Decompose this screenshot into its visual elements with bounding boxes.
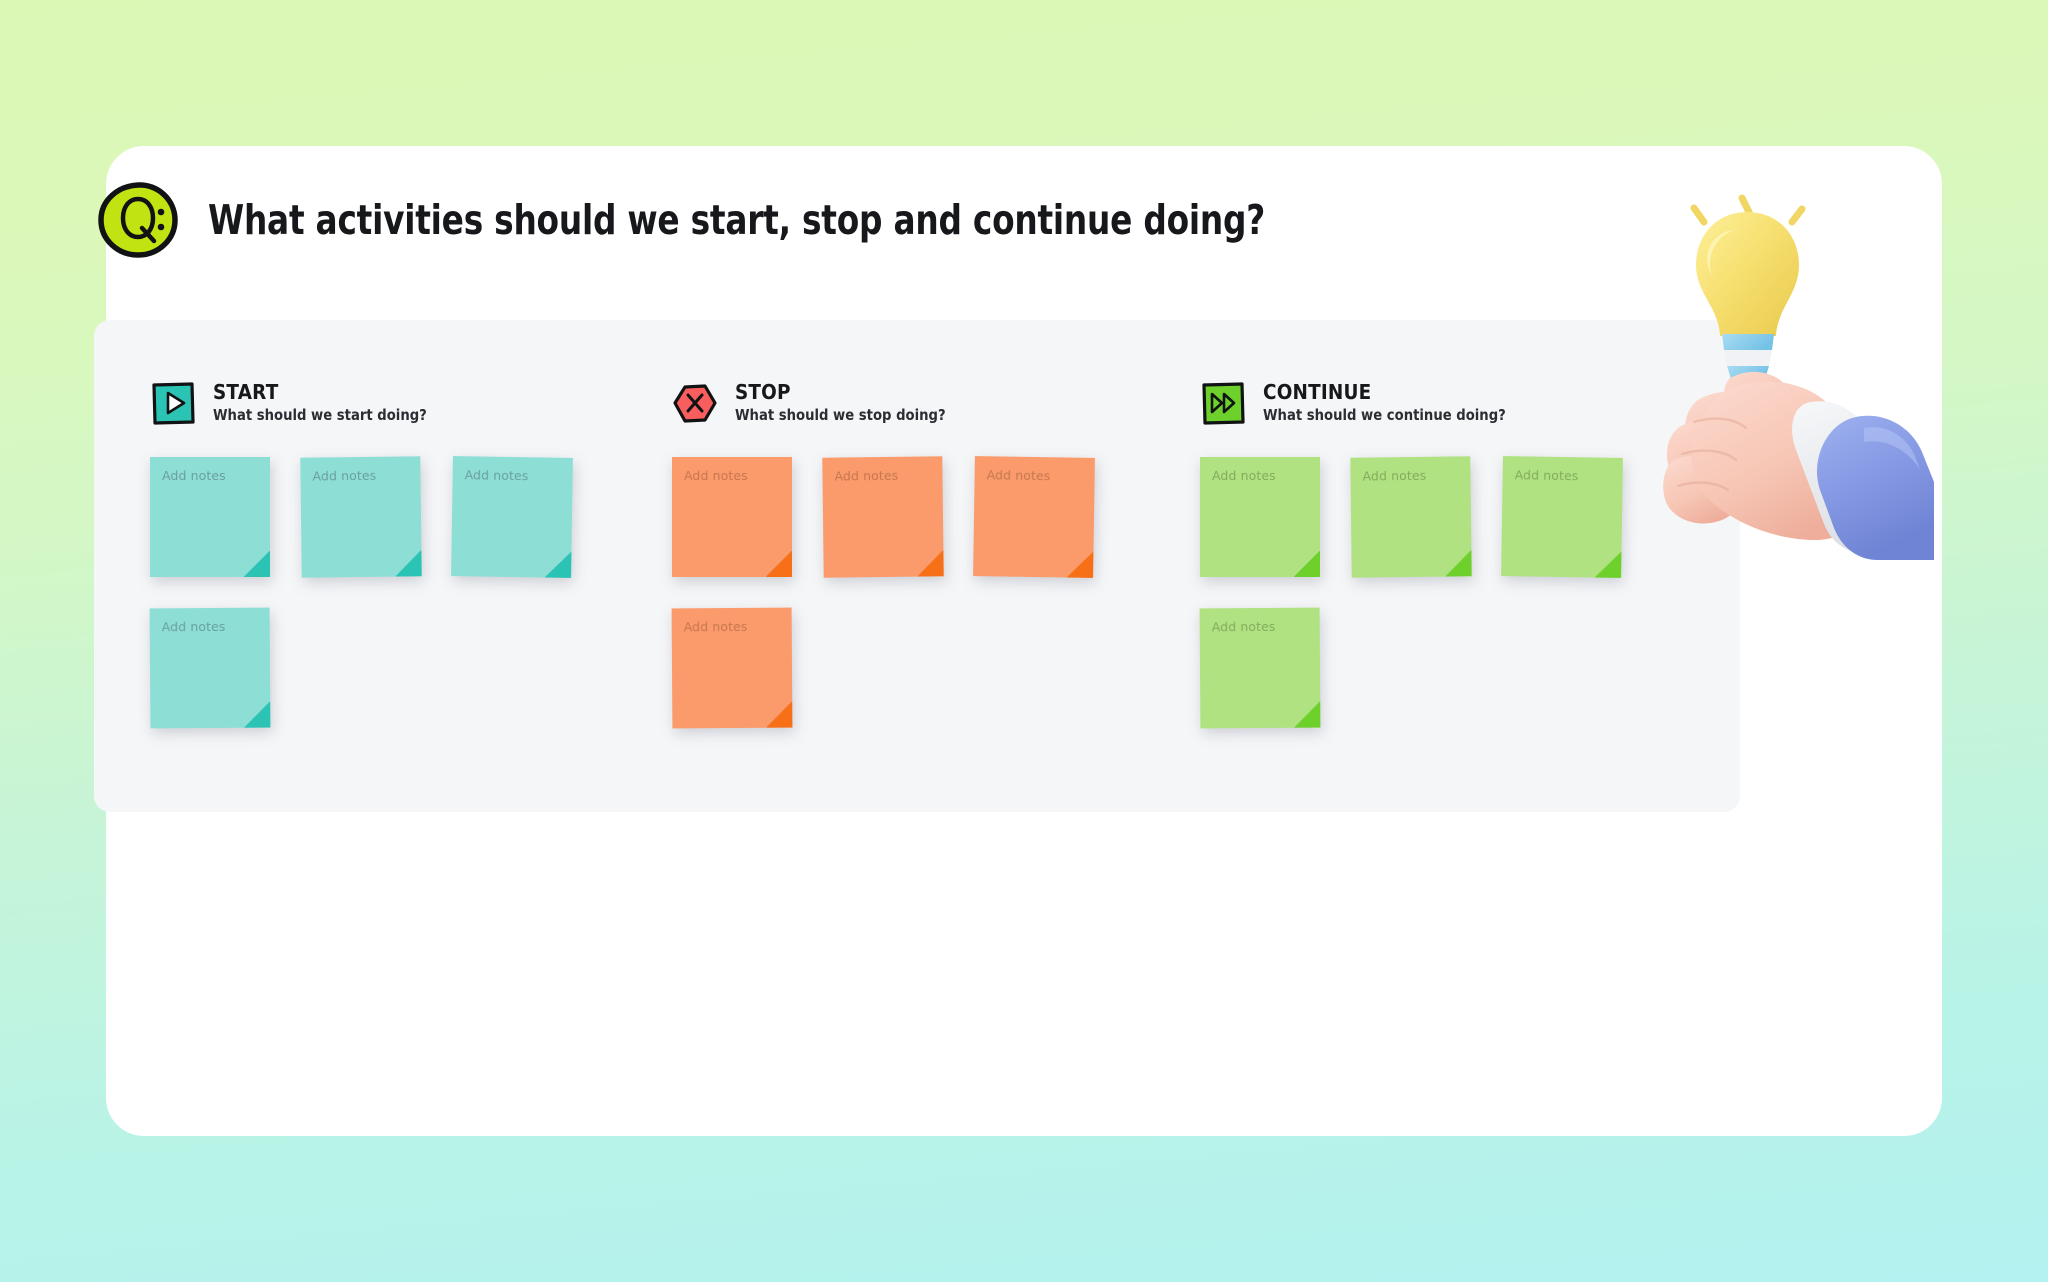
- column-start: START What should we start doing? Add no…: [94, 320, 642, 812]
- sticky-note[interactable]: Add notes: [300, 456, 421, 577]
- hexagon-x-icon: [672, 380, 718, 426]
- column-title: STOP: [735, 379, 791, 404]
- note-placeholder: Add notes: [1212, 468, 1276, 483]
- question-badge: [94, 178, 182, 262]
- note-placeholder: Add notes: [834, 467, 899, 484]
- note-placeholder: Add notes: [1211, 618, 1276, 635]
- column-subtitle: What should we start doing?: [213, 405, 427, 424]
- note-placeholder: Add notes: [161, 618, 226, 635]
- sticky-note[interactable]: Add notes: [1501, 456, 1623, 578]
- columns-container: START What should we start doing? Add no…: [94, 320, 1740, 812]
- column-header-start: START What should we start doing?: [150, 376, 642, 430]
- note-placeholder: Add notes: [464, 467, 529, 484]
- board-panel: START What should we start doing? Add no…: [94, 320, 1740, 812]
- play-icon: [150, 380, 196, 426]
- column-subtitle: What should we continue doing?: [1263, 405, 1506, 424]
- sticky-note[interactable]: Add notes: [150, 457, 270, 577]
- column-continue: CONTINUE What should we continue doing? …: [1190, 320, 1738, 812]
- column-header-continue: CONTINUE What should we continue doing?: [1200, 376, 1738, 430]
- note-placeholder: Add notes: [312, 467, 377, 484]
- sticky-note[interactable]: Add notes: [1200, 608, 1321, 729]
- column-title: CONTINUE: [1263, 379, 1372, 404]
- page-title: What activities should we start, stop an…: [208, 196, 1265, 244]
- notes-grid-stop: Add notes Add notes Add notes Add notes: [672, 457, 1132, 728]
- notes-grid-start: Add notes Add notes Add notes Add notes: [150, 457, 610, 728]
- note-placeholder: Add notes: [683, 618, 748, 635]
- column-title: START: [213, 379, 279, 404]
- fast-forward-icon: [1200, 380, 1246, 426]
- sticky-note[interactable]: Add notes: [1200, 457, 1320, 577]
- notes-grid-continue: Add notes Add notes Add notes Add notes: [1200, 457, 1660, 728]
- sticky-note[interactable]: Add notes: [822, 456, 943, 577]
- sticky-note[interactable]: Add notes: [672, 457, 792, 577]
- note-placeholder: Add notes: [162, 468, 226, 483]
- board-header: What activities should we start, stop an…: [94, 178, 1529, 262]
- column-subtitle: What should we stop doing?: [735, 405, 946, 424]
- sticky-note[interactable]: Add notes: [973, 456, 1095, 578]
- column-stop: STOP What should we stop doing? Add note…: [642, 320, 1190, 812]
- note-placeholder: Add notes: [986, 467, 1051, 484]
- note-placeholder: Add notes: [684, 468, 748, 483]
- note-placeholder: Add notes: [1514, 467, 1579, 484]
- column-header-stop: STOP What should we stop doing?: [672, 376, 1190, 430]
- sticky-note[interactable]: Add notes: [1350, 456, 1471, 577]
- sticky-note[interactable]: Add notes: [451, 456, 573, 578]
- sticky-note[interactable]: Add notes: [672, 608, 793, 729]
- sticky-note[interactable]: Add notes: [150, 608, 271, 729]
- note-placeholder: Add notes: [1362, 467, 1427, 484]
